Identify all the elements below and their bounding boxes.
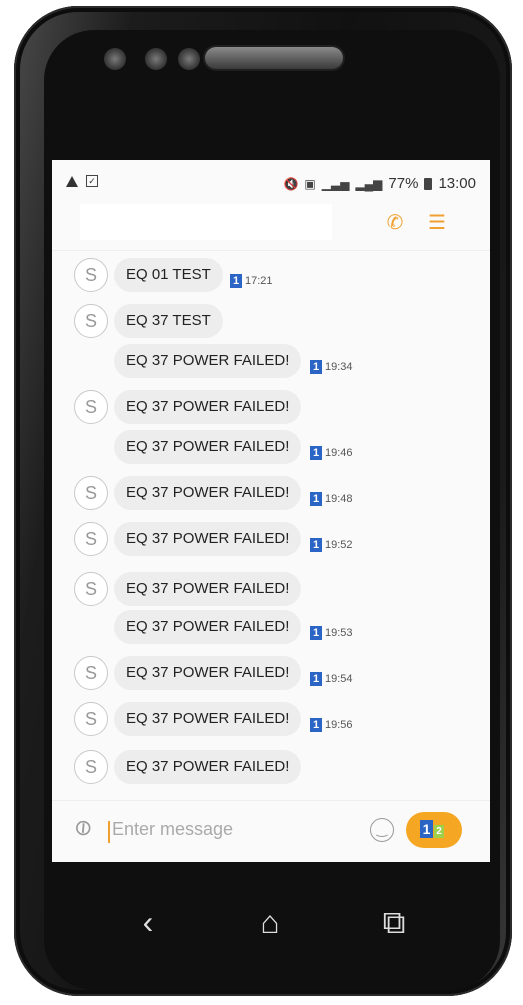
sim-badge: 1 <box>310 360 322 374</box>
mute-icon: 🔇 <box>283 176 299 191</box>
sim-badge: 1 <box>230 274 242 288</box>
message-bubble[interactable]: EQ 37 POWER FAILED! <box>114 656 302 690</box>
message-time: 19:46 <box>325 447 353 459</box>
avatar[interactable]: S <box>74 476 108 510</box>
avatar[interactable]: S <box>74 258 108 292</box>
sim-badge: 1 <box>310 538 322 552</box>
message-time: 19:53 <box>325 627 353 639</box>
warning-icon <box>66 175 78 187</box>
conversation-header: ✆ ☰ <box>52 196 490 251</box>
message-list[interactable]: S EQ 01 TEST 1 17:21 S EQ 37 TEST EQ 37 … <box>52 252 490 792</box>
avatar[interactable]: S <box>74 750 108 784</box>
sim-icon: ▣ <box>304 176 316 191</box>
message-meta: 1 17:21 <box>230 274 273 288</box>
battery-icon <box>424 177 433 190</box>
status-bar: ✓ 🔇 ▣ ▁▃▅ ▂▄▆ 77% 13:00 <box>52 172 490 196</box>
menu-icon[interactable]: ☰ <box>424 210 450 236</box>
message-meta: 1 19:52 <box>310 538 353 552</box>
message-composer: ⊘ Enter message ‿ 1 2 <box>52 800 490 862</box>
message-bubble[interactable]: EQ 37 POWER FAILED! <box>114 522 302 556</box>
phone-icon[interactable]: ✆ <box>382 210 408 236</box>
message-input[interactable]: Enter message <box>112 819 233 840</box>
avatar[interactable]: S <box>74 656 108 690</box>
message-meta: 1 19:54 <box>310 672 353 686</box>
message-bubble[interactable]: EQ 37 POWER FAILED! <box>114 750 302 784</box>
message-bubble[interactable]: EQ 37 TEST <box>114 304 223 338</box>
sim1-badge: 1 <box>420 820 433 838</box>
message-bubble[interactable]: EQ 37 POWER FAILED! <box>114 344 302 378</box>
sensor-icon <box>145 48 167 70</box>
message-meta: 1 19:48 <box>310 492 353 506</box>
app-screen: ✓ 🔇 ▣ ▁▃▅ ▂▄▆ 77% 13:00 ✆ ☰ S EQ 01 TEST… <box>52 160 490 862</box>
contact-name-field[interactable] <box>80 204 332 240</box>
navigation-bar: ‹ ⌂ ⧉ <box>52 862 490 982</box>
message-time: 19:34 <box>325 361 353 373</box>
avatar[interactable]: S <box>74 702 108 736</box>
avatar[interactable]: S <box>74 304 108 338</box>
emoji-icon[interactable]: ‿ <box>370 818 394 842</box>
text-cursor <box>108 821 110 843</box>
message-bubble[interactable]: EQ 37 POWER FAILED! <box>114 572 302 606</box>
proximity-sensor-icon <box>178 48 200 70</box>
sim-badge: 1 <box>310 626 322 640</box>
message-time: 19:52 <box>325 539 353 551</box>
message-time: 19:56 <box>325 719 353 731</box>
message-bubble[interactable]: EQ 01 TEST <box>114 258 223 292</box>
signal-strength-icon: ▂▄▆ <box>355 176 383 191</box>
send-button[interactable]: 1 2 <box>406 812 462 848</box>
attach-icon[interactable]: ⊘ <box>68 812 99 844</box>
sim-badge: 1 <box>310 492 322 506</box>
message-meta: 1 19:46 <box>310 446 353 460</box>
message-bubble[interactable]: EQ 37 POWER FAILED! <box>114 430 302 464</box>
signal-icon: ▁▃▅ <box>321 176 350 191</box>
message-meta: 1 19:34 <box>310 360 353 374</box>
checkbox-notification-icon: ✓ <box>86 175 98 187</box>
recents-icon[interactable]: ⧉ <box>374 902 414 942</box>
message-time: 19:54 <box>325 673 353 685</box>
message-bubble[interactable]: EQ 37 POWER FAILED! <box>114 390 302 424</box>
message-bubble[interactable]: EQ 37 POWER FAILED! <box>114 702 302 736</box>
earpiece-speaker <box>205 47 343 69</box>
avatar[interactable]: S <box>74 572 108 606</box>
message-bubble[interactable]: EQ 37 POWER FAILED! <box>114 610 302 644</box>
message-time: 17:21 <box>245 275 273 287</box>
sim-badge: 1 <box>310 672 322 686</box>
back-icon[interactable]: ‹ <box>128 902 168 942</box>
sim-badge: 1 <box>310 718 322 732</box>
message-bubble[interactable]: EQ 37 POWER FAILED! <box>114 476 302 510</box>
message-meta: 1 19:53 <box>310 626 353 640</box>
avatar[interactable]: S <box>74 522 108 556</box>
clock: 13:00 <box>438 175 476 192</box>
front-camera-icon <box>104 48 126 70</box>
message-time: 19:48 <box>325 493 353 505</box>
home-icon[interactable]: ⌂ <box>250 902 290 942</box>
battery-percent: 77% <box>388 175 419 192</box>
sim-badge: 1 <box>310 446 322 460</box>
sim2-badge: 2 <box>434 825 444 838</box>
message-meta: 1 19:56 <box>310 718 353 732</box>
avatar[interactable]: S <box>74 390 108 424</box>
